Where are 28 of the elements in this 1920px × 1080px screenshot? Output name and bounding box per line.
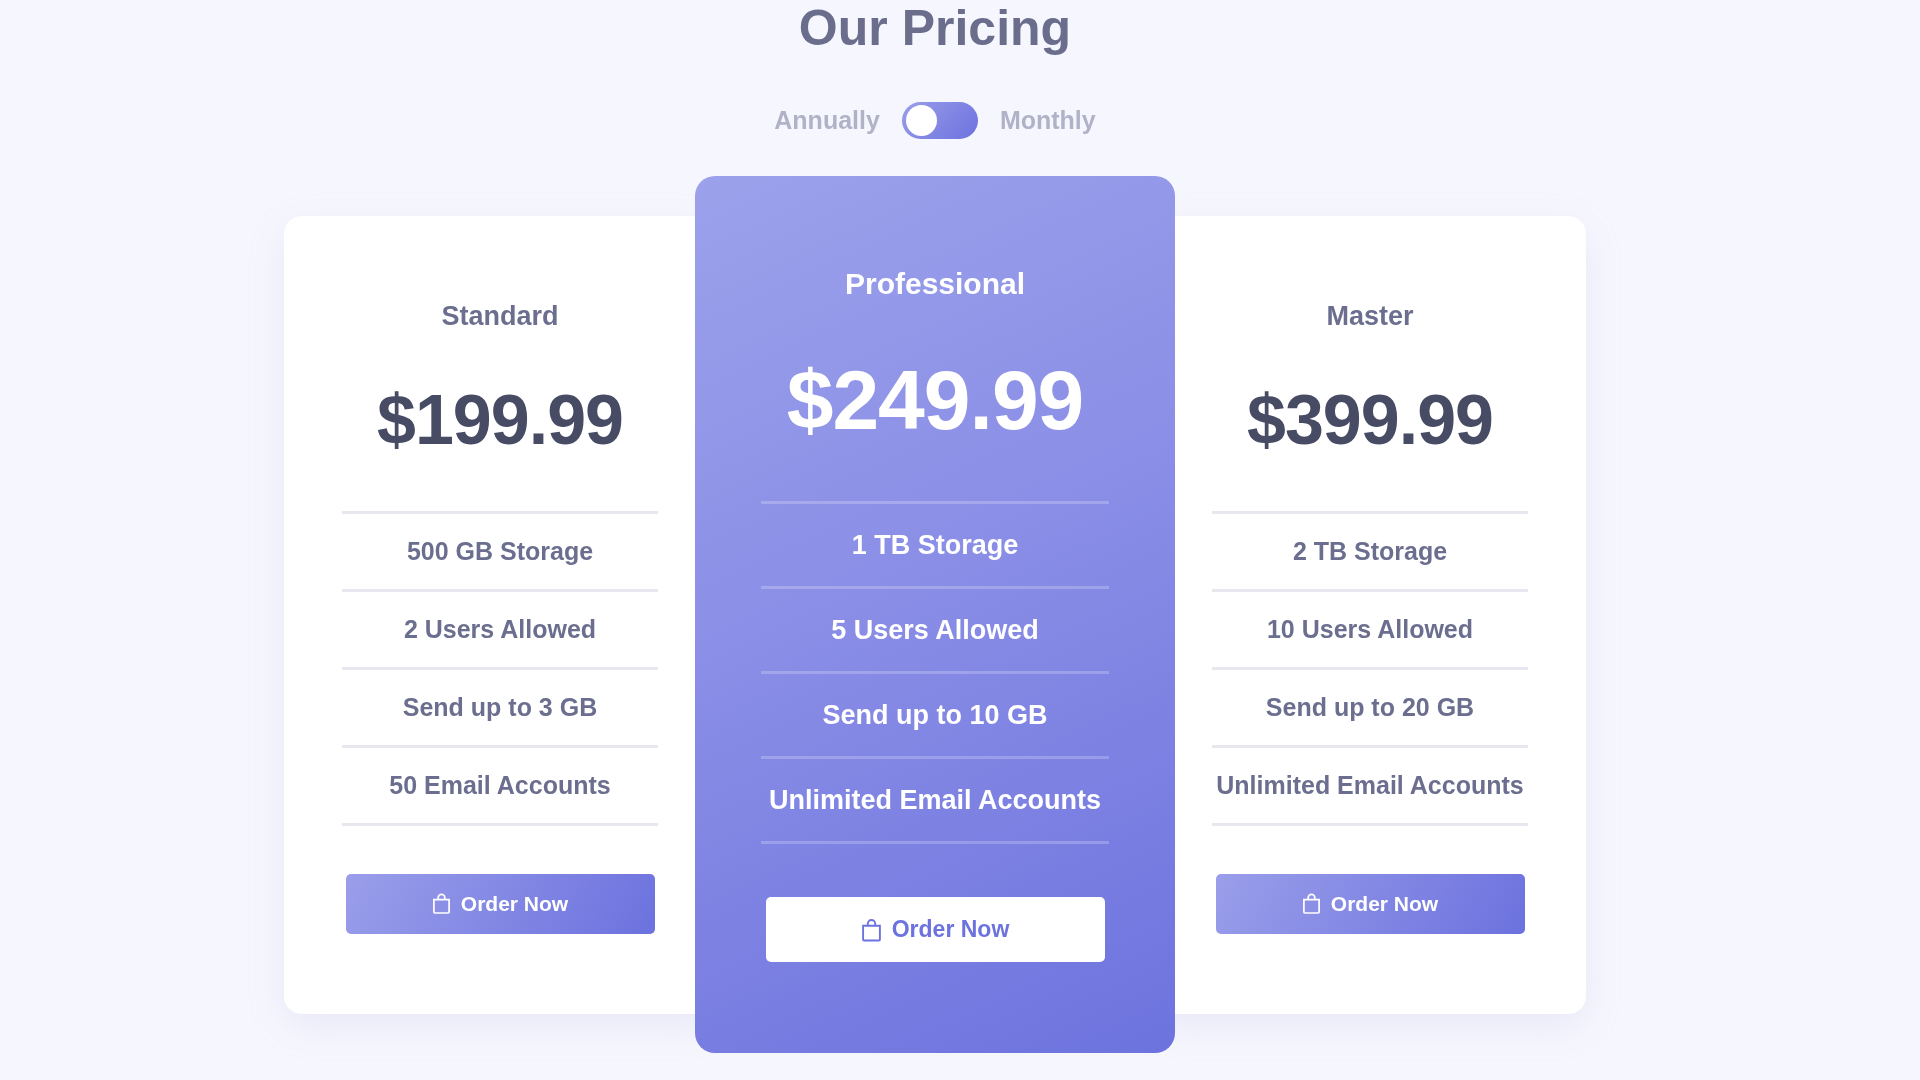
feature-item: Send up to 10 GB <box>822 699 1048 731</box>
plan-name: Master <box>1326 299 1414 332</box>
billing-toggle[interactable] <box>901 102 978 139</box>
shopping-bag-icon <box>1301 893 1321 914</box>
order-button[interactable]: Order Now <box>345 873 655 934</box>
plan-name: Standard <box>441 299 559 332</box>
feature-item: Send up to 20 GB <box>1265 692 1475 722</box>
order-button[interactable]: Order Now <box>1215 873 1525 934</box>
billing-option-label[interactable]: Annually <box>774 102 880 139</box>
plan-price: $249.99 <box>786 352 1084 449</box>
feature-item: 500 GB Storage <box>406 536 594 566</box>
feature-item: Unlimited Email Accounts <box>1216 770 1524 800</box>
feature-item: 2 TB Storage <box>1292 536 1448 566</box>
shopping-bag-icon <box>431 893 451 914</box>
page-title: Our Pricing <box>798 0 1072 56</box>
feature-item: Send up to 3 GB <box>402 692 598 722</box>
plan-price: $399.99 <box>1246 379 1493 461</box>
feature-item: Unlimited Email Accounts <box>768 784 1102 816</box>
feature-item: 10 Users Allowed <box>1266 614 1474 644</box>
feature-item: 5 Users Allowed <box>831 614 1039 646</box>
feature-item: 50 Email Accounts <box>389 770 611 800</box>
feature-item: 1 TB Storage <box>851 529 1019 561</box>
shopping-bag-icon <box>860 917 882 942</box>
plan-price: $199.99 <box>376 379 623 461</box>
billing-option-label[interactable]: Monthly <box>999 102 1096 139</box>
feature-item: 2 Users Allowed <box>403 614 597 644</box>
order-button[interactable]: Order Now <box>765 897 1105 962</box>
plan-name: Professional <box>844 266 1026 302</box>
